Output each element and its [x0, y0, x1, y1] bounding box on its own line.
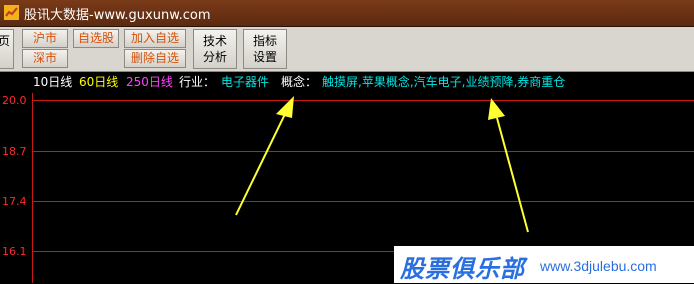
arrow-to-earnings-warning — [488, 98, 529, 233]
watermark-brand-logo: 股票俱乐部 — [400, 255, 525, 283]
annotation-arrows — [235, 96, 529, 233]
watermark-url: www.3djulebu.com — [540, 258, 657, 274]
arrow-to-concept-label — [235, 96, 294, 216]
